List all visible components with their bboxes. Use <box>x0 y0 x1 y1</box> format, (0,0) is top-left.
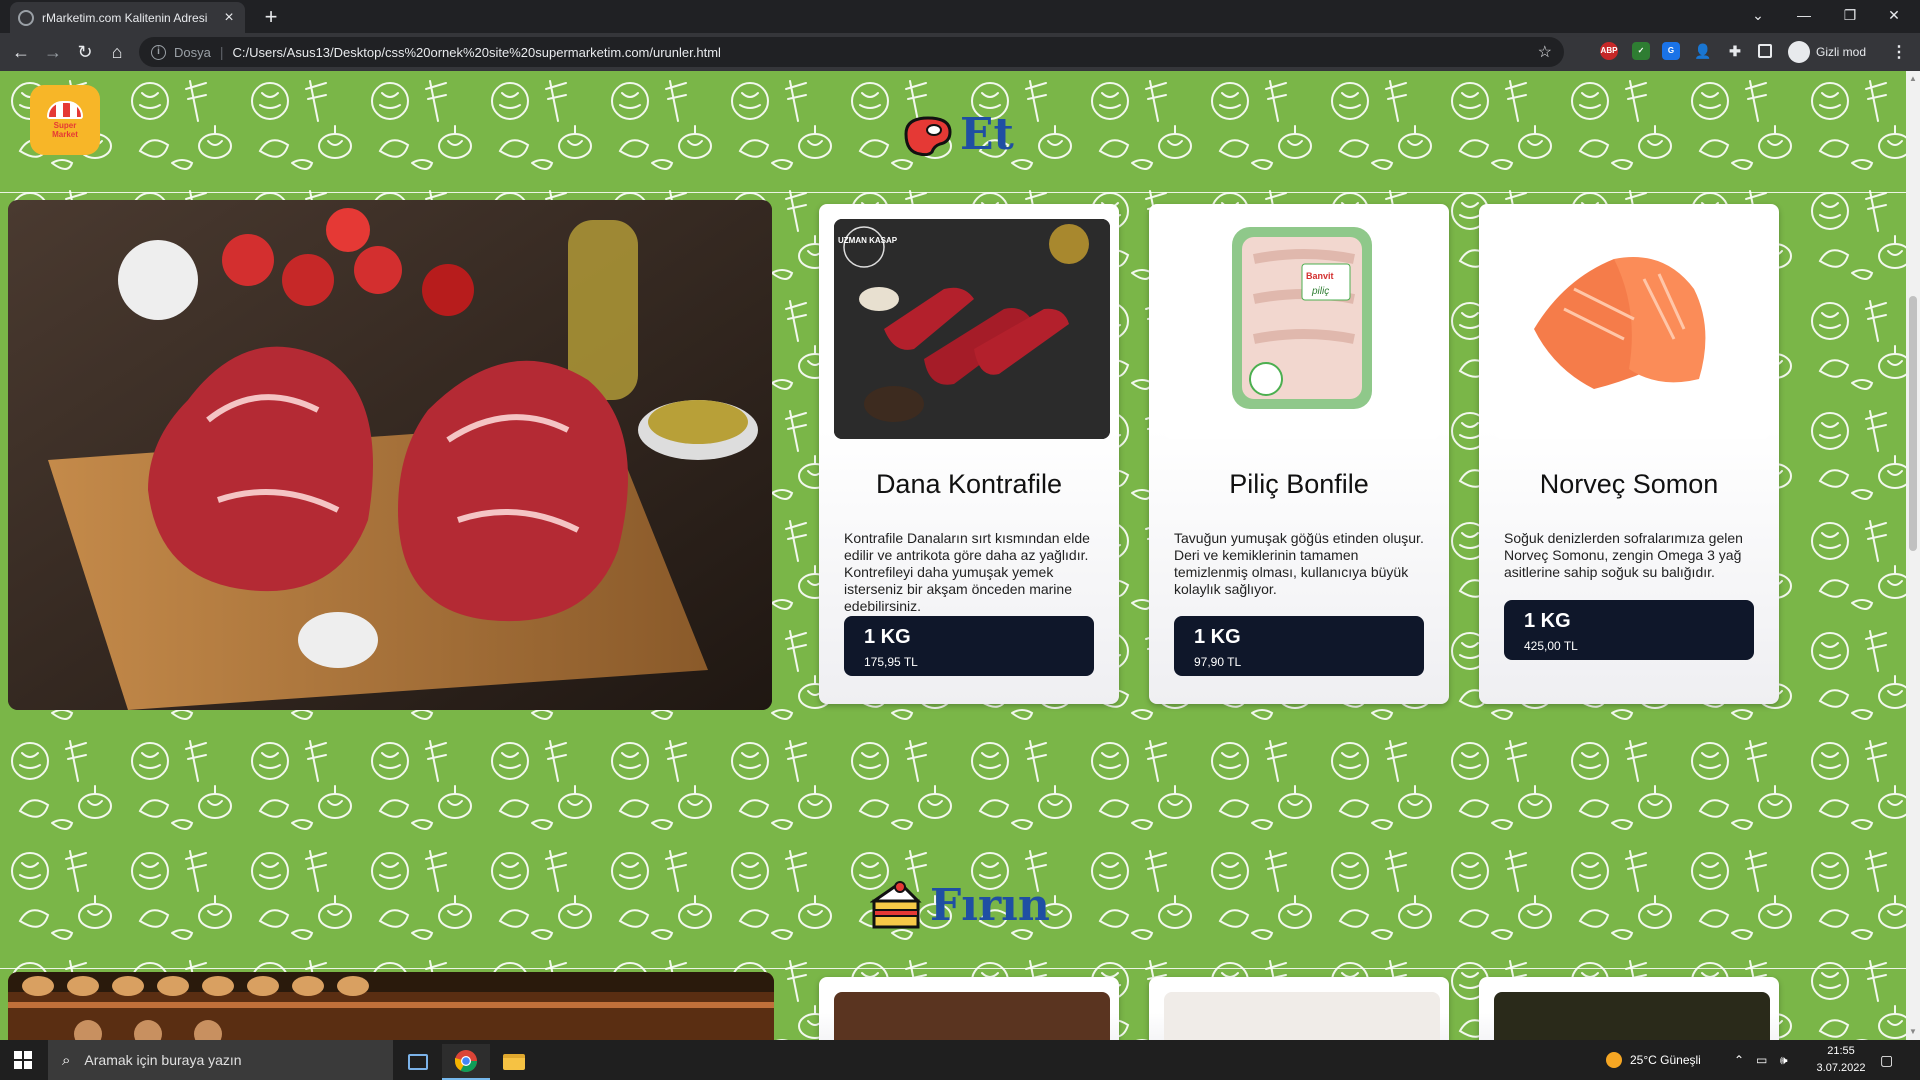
incognito-icon <box>1788 41 1810 63</box>
tab-title: rMarketim.com Kalitenin Adresi <box>42 10 208 25</box>
shield-icon[interactable]: ✓ <box>1632 42 1650 60</box>
sidepanel-icon[interactable] <box>1758 44 1772 58</box>
chrome-taskbar-icon[interactable] <box>442 1044 490 1080</box>
meat-hero-image <box>8 200 772 710</box>
weather-text: 25°C Güneşli <box>1630 1053 1701 1067</box>
weather-widget[interactable]: 25°C Güneşli <box>1606 1040 1701 1080</box>
abp-icon[interactable]: ABP <box>1600 42 1618 60</box>
page-viewport: Super Market Et UZMAN KASAP Dana Kontraf… <box>0 71 1920 1040</box>
url-scheme: Dosya <box>174 44 211 60</box>
sun-icon <box>1606 1052 1622 1068</box>
section-heading-et: Et <box>900 109 1014 160</box>
price-unit: 1 KG <box>864 626 911 648</box>
price-value: 425,00 TL <box>1524 639 1578 653</box>
product-image: Banvit piliç <box>1164 219 1440 439</box>
product-image <box>834 992 1110 1040</box>
page-scrollbar[interactable]: ▲ ▼ <box>1906 71 1920 1040</box>
product-name: Dana Kontrafile <box>875 469 1063 499</box>
menu-icon[interactable]: ⋮ <box>1891 42 1907 62</box>
globe-icon <box>18 9 34 26</box>
price-box[interactable]: 1 KG 97,90 TL <box>1174 616 1424 676</box>
taskbar-search-box[interactable]: ⌕ Aramak için buraya yazın <box>48 1040 393 1080</box>
forward-button[interactable]: → <box>42 41 64 63</box>
logo-text: Super Market <box>52 121 78 139</box>
product-name: Piliç Bonfile <box>1229 469 1369 499</box>
section-divider <box>0 192 1906 193</box>
browser-toolbar: ← → ↻ ⌂ i Dosya | C:/Users/Asus13/Deskto… <box>0 33 1920 71</box>
windows-taskbar: ⌕ Aramak için buraya yazın 25°C Güneşli … <box>0 1040 1920 1080</box>
puzzle-icon[interactable]: ✚ <box>1726 42 1744 60</box>
search-placeholder: Aramak için buraya yazın <box>84 1052 242 1068</box>
close-window-button[interactable]: ✕ <box>1866 0 1920 30</box>
hero-illustration <box>8 200 772 710</box>
section-divider <box>0 968 1906 969</box>
banvit-label: Banvit <box>1306 271 1334 281</box>
browser-tab-strip: rMarketim.com Kalitenin Adresi × + ⌄ — ❐… <box>0 0 1920 33</box>
section-title: Fırın <box>930 879 1050 931</box>
product-card-firin-2[interactable] <box>1149 977 1449 1040</box>
price-value: 97,90 TL <box>1194 655 1242 669</box>
section-title: Et <box>960 109 1014 160</box>
product-name: Norveç Somon <box>1539 469 1719 499</box>
scroll-down-arrow-icon[interactable]: ▼ <box>1909 1027 1917 1036</box>
product-image <box>1164 992 1440 1040</box>
site-logo[interactable]: Super Market <box>30 85 100 155</box>
product-card-pilic-bonfile[interactable]: Banvit piliç Piliç Bonfile Tavuğun yumuş… <box>1149 204 1449 704</box>
task-view-icon[interactable] <box>394 1044 442 1080</box>
home-button[interactable]: ⌂ <box>106 41 128 63</box>
clock-date: 3.07.2022 <box>1816 1062 1866 1074</box>
price-box[interactable]: 1 KG 425,00 TL <box>1504 600 1754 660</box>
chevron-up-icon[interactable]: ⌃ <box>1734 1040 1744 1080</box>
back-button[interactable]: ← <box>10 41 32 63</box>
price-box[interactable]: 1 KG 175,95 TL <box>844 616 1094 676</box>
store-awning-icon <box>47 101 83 119</box>
windows-start-icon[interactable] <box>14 1051 32 1069</box>
notification-icon[interactable]: ▢ <box>1880 1040 1893 1080</box>
product-card-dana-kontrafile[interactable]: UZMAN KASAP Dana Kontrafile Kontrafile D… <box>819 204 1119 704</box>
scroll-up-arrow-icon[interactable]: ▲ <box>1909 74 1917 83</box>
cake-icon <box>870 881 922 929</box>
meat-icon <box>904 115 952 156</box>
close-tab-icon[interactable]: × <box>221 9 237 27</box>
search-icon: ⌕ <box>62 1051 71 1069</box>
url-separator: | <box>219 44 224 60</box>
product-description: Kontrafile Danaların sırt kısmından elde… <box>844 530 1090 614</box>
product-description: Tavuğun yumuşak göğüs etinden oluşur. De… <box>1174 530 1424 597</box>
browser-tab[interactable]: rMarketim.com Kalitenin Adresi × <box>10 2 245 33</box>
price-unit: 1 KG <box>1524 610 1571 632</box>
info-icon[interactable]: i <box>151 44 166 60</box>
taskbar-clock[interactable]: 21:55 3.07.2022 <box>1806 1043 1876 1077</box>
new-tab-button[interactable]: + <box>258 4 284 30</box>
product-card-firin-3[interactable] <box>1479 977 1779 1040</box>
product-image: UZMAN KASAP <box>834 219 1110 439</box>
product-description: Soğuk denizlerden sofralarımıza gelen No… <box>1504 530 1743 580</box>
product-card-norvec-somon[interactable]: Norveç Somon Soğuk denizlerden sofraları… <box>1479 204 1779 704</box>
profile-label: Gizli mod <box>1816 45 1867 59</box>
uzman-kasap-label: UZMAN KASAP <box>838 236 898 245</box>
network-icon[interactable]: ▭ <box>1756 1040 1767 1080</box>
scrollbar-thumb[interactable] <box>1909 296 1917 551</box>
bookmark-star-icon[interactable]: ☆ <box>1538 42 1552 62</box>
url-text[interactable]: C:/Users/Asus13/Desktop/css%20ornek%20si… <box>233 45 721 60</box>
translate-icon[interactable]: G <box>1662 42 1680 60</box>
file-explorer-icon[interactable] <box>490 1044 538 1080</box>
bakery-hero-image <box>8 972 774 1040</box>
volume-icon[interactable]: 🕪 <box>1780 1040 1788 1080</box>
incognito-profile[interactable]: Gizli mod <box>1788 38 1866 66</box>
product-image <box>1494 219 1770 439</box>
section-heading-firin: Fırın <box>870 879 1050 931</box>
reload-button[interactable]: ↻ <box>74 41 96 63</box>
price-unit: 1 KG <box>1194 626 1241 648</box>
svg-text:piliç: piliç <box>1311 286 1329 297</box>
user-icon[interactable]: 👤 <box>1694 42 1712 60</box>
product-card-firin-1[interactable] <box>819 977 1119 1040</box>
price-value: 175,95 TL <box>864 655 918 669</box>
clock-time: 21:55 <box>1827 1045 1855 1057</box>
product-image <box>1494 992 1770 1040</box>
address-bar[interactable]: i Dosya | C:/Users/Asus13/Desktop/css%20… <box>139 37 1564 67</box>
